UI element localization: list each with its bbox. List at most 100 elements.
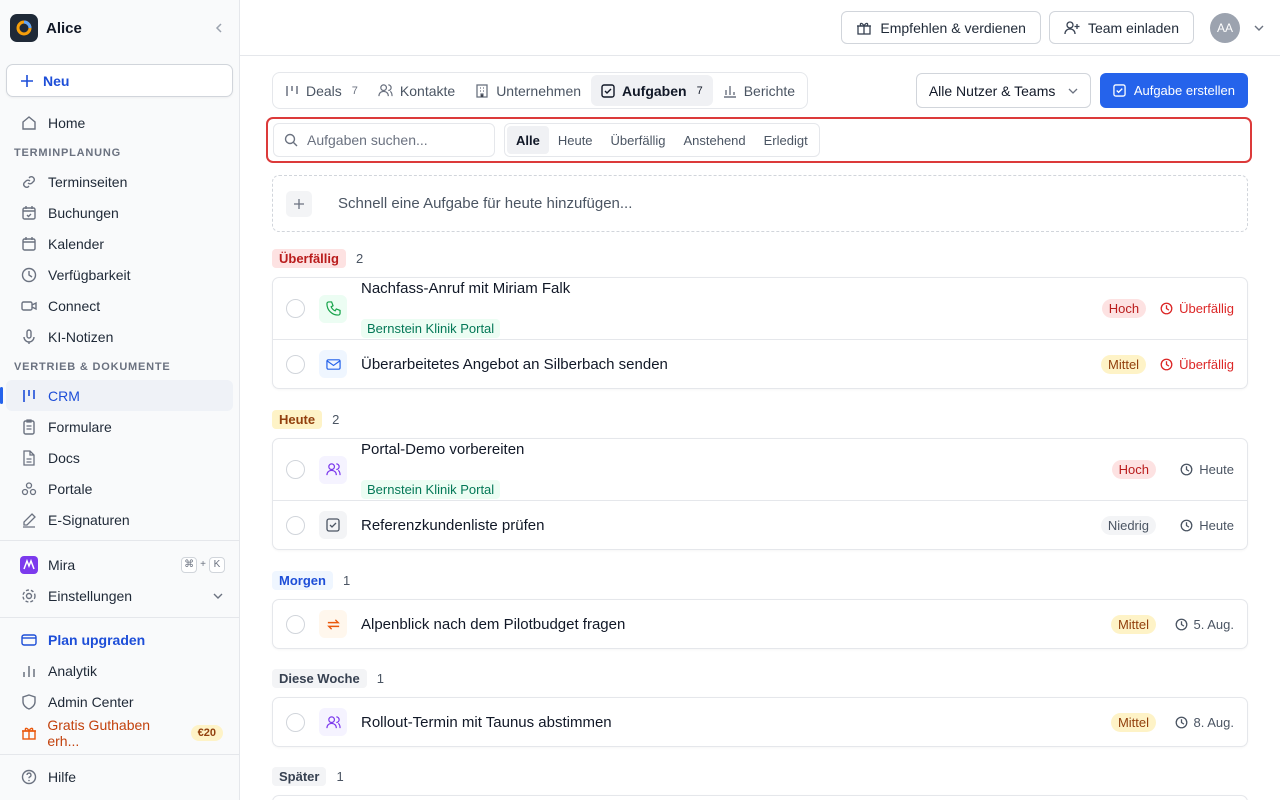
task-title[interactable]: Rollout-Termin mit Taunus abstimmen xyxy=(361,714,1097,731)
mail-icon xyxy=(319,350,347,378)
crm-content: Deals 7 Kontakte Unternehmen Aufgaben 7 Berich… xyxy=(266,72,1252,800)
quick-add-placeholder: Schnell eine Aufgabe für heute hinzufüge… xyxy=(338,195,633,212)
task-row[interactable]: Alpenblick nach dem Pilotbudget fragen Mi… xyxy=(273,600,1247,648)
sidebar-item-ki-notizen[interactable]: KI-Notizen xyxy=(6,321,233,352)
create-task-button[interactable]: Aufgabe erstellen xyxy=(1099,73,1248,108)
task-row[interactable]: Portal-Demo vorbereiten Bernstein Klinik … xyxy=(273,439,1247,501)
sidebar-item-formulare[interactable]: Formulare xyxy=(6,411,233,442)
user-filter-select[interactable]: Alle Nutzer & Teams xyxy=(915,73,1091,108)
home-icon xyxy=(20,114,38,132)
group-count: 1 xyxy=(336,768,344,784)
sidebar-item-label: E-Signaturen xyxy=(48,511,130,528)
gift-icon xyxy=(857,22,872,35)
tab-deals[interactable]: Deals 7 xyxy=(275,75,368,106)
sidebar-item-rechnungen[interactable]: Rechnungen xyxy=(6,535,233,540)
task-group: Später 1 xyxy=(272,766,1248,800)
task-list: Nachfass-Anruf mit Miriam Falk Bernstein … xyxy=(272,277,1248,389)
sidebar-item-upgrade[interactable]: Plan upgraden xyxy=(6,624,233,655)
group-label: Heute xyxy=(272,409,323,429)
sidebar-item-crm[interactable]: CRM xyxy=(0,380,233,411)
tab-label: Kontakte xyxy=(399,82,456,99)
tab-count: 7 xyxy=(351,84,358,97)
due-date: Überfällig xyxy=(1160,357,1234,372)
sidebar-item-portale[interactable]: Portale xyxy=(6,473,233,504)
sidebar-item-label: Hilfe xyxy=(48,768,77,785)
sidebar-item-home[interactable]: Home xyxy=(6,107,233,138)
task-text: Nachfass-Anruf mit Miriam Falk Bernstein … xyxy=(361,280,1088,338)
sidebar-item-buchungen[interactable]: Buchungen xyxy=(6,197,233,228)
clock-icon xyxy=(1180,519,1193,532)
task-company-tag[interactable]: Bernstein Klinik Portal xyxy=(361,318,501,338)
sidebar-item-admin[interactable]: Admin Center xyxy=(6,686,233,717)
sidebar-item-terminseiten[interactable]: Terminseiten xyxy=(6,166,233,197)
tab-label: Berichte xyxy=(743,82,796,99)
search-icon xyxy=(284,133,298,147)
search-box[interactable] xyxy=(273,123,495,157)
divider xyxy=(0,754,239,755)
meeting-icon xyxy=(319,455,347,484)
sidebar-item-connect[interactable]: Connect xyxy=(6,290,233,321)
task-group: Diese Woche 1 Rollout-Termin mit Taunus ab… xyxy=(272,668,1248,747)
filter-tab[interactable]: Alle xyxy=(507,126,549,154)
filter-tab[interactable]: Überfällig xyxy=(602,126,675,154)
task-checkbox[interactable] xyxy=(286,460,305,479)
avatar[interactable]: AA xyxy=(1210,12,1240,43)
sidebar-item-help[interactable]: Hilfe xyxy=(6,761,233,792)
task-checkbox[interactable] xyxy=(286,712,305,732)
sidebar-item-e-signaturen[interactable]: E-Signaturen xyxy=(6,504,233,535)
group-label: Diese Woche xyxy=(272,668,367,688)
task-checkbox[interactable] xyxy=(286,515,305,535)
task-title[interactable]: Überarbeitetes Angebot an Silberbach sen… xyxy=(361,356,1087,373)
user-filter-value: Alle Nutzer & Teams xyxy=(928,82,1056,99)
task-checkbox[interactable] xyxy=(286,299,305,318)
task-row[interactable]: Überarbeitetes Angebot an Silberbach sen… xyxy=(273,340,1247,388)
filter-tab[interactable]: Erledigt xyxy=(755,126,817,154)
filter-tab[interactable]: Heute xyxy=(549,126,602,154)
new-button[interactable]: Neu xyxy=(6,64,233,97)
workspace-name: Alice xyxy=(46,19,82,37)
refer-button[interactable]: Empfehlen & verdienen xyxy=(841,11,1041,44)
sidebar-item-credit[interactable]: Gratis Guthaben erh... €20 xyxy=(6,717,233,749)
meeting-icon xyxy=(319,708,347,736)
sidebar-item-analytics[interactable]: Analytik xyxy=(6,655,233,686)
create-task-label: Aufgabe erstellen xyxy=(1133,83,1235,98)
chevron-down-icon[interactable] xyxy=(1254,23,1264,33)
tab-aufgaben[interactable]: Aufgaben 7 xyxy=(591,75,713,106)
sidebar-item-label: Mira xyxy=(48,556,76,573)
due-label: Überfällig xyxy=(1179,356,1234,372)
search-input[interactable] xyxy=(307,132,487,148)
task-title[interactable]: Nachfass-Anruf mit Miriam Falk xyxy=(361,280,1088,297)
quick-add-task[interactable]: Schnell eine Aufgabe für heute hinzufüge… xyxy=(272,175,1248,232)
task-row[interactable]: Referenzkundenliste prüfen Niedrig Heute xyxy=(273,501,1247,549)
plus-icon[interactable] xyxy=(286,190,312,217)
sidebar-item-label: Portale xyxy=(48,480,93,497)
tab-berichte[interactable]: Berichte xyxy=(713,75,805,106)
gear-icon xyxy=(20,587,38,605)
task-company-tag[interactable]: Bernstein Klinik Portal xyxy=(361,479,501,499)
sidebar-item-settings[interactable]: Einstellungen xyxy=(6,580,233,611)
divider xyxy=(0,617,239,618)
group-label: Morgen xyxy=(272,570,333,590)
sidebar-item-kalender[interactable]: Kalender xyxy=(6,228,233,259)
filter-tab[interactable]: Anstehend xyxy=(674,126,754,154)
clock-icon xyxy=(1160,302,1173,315)
credit-badge: €20 xyxy=(190,724,223,741)
sidebar-item-mira[interactable]: Mira ⌘ + K xyxy=(6,549,233,580)
tab-kontakte[interactable]: Kontakte xyxy=(368,75,465,106)
task-title[interactable]: Portal-Demo vorbereiten xyxy=(361,441,1098,458)
task-row[interactable]: Nachfass-Anruf mit Miriam Falk Bernstein … xyxy=(273,278,1247,340)
invite-team-button[interactable]: Team einladen xyxy=(1048,11,1194,44)
workspace-header[interactable]: Alice xyxy=(0,0,239,56)
tab-unternehmen[interactable]: Unternehmen xyxy=(465,75,591,106)
collapse-sidebar-icon[interactable] xyxy=(209,18,229,38)
task-checkbox[interactable] xyxy=(286,614,305,634)
task-checkbox[interactable] xyxy=(286,354,305,374)
task-title[interactable]: Alpenblick nach dem Pilotbudget fragen xyxy=(361,616,1097,633)
sidebar-item-docs[interactable]: Docs xyxy=(6,442,233,473)
task-title[interactable]: Referenzkundenliste prüfen xyxy=(361,517,1087,534)
task-row[interactable]: Rollout-Termin mit Taunus abstimmen Mitte… xyxy=(273,698,1247,746)
section-label-sales: VERTRIEB & DOKUMENTE xyxy=(14,361,171,373)
sidebar-item-verf-gbarkeit[interactable]: Verfügbarkeit xyxy=(6,259,233,290)
sidebar-item-label: Verfügbarkeit xyxy=(48,266,131,283)
group-count: 2 xyxy=(355,250,364,266)
